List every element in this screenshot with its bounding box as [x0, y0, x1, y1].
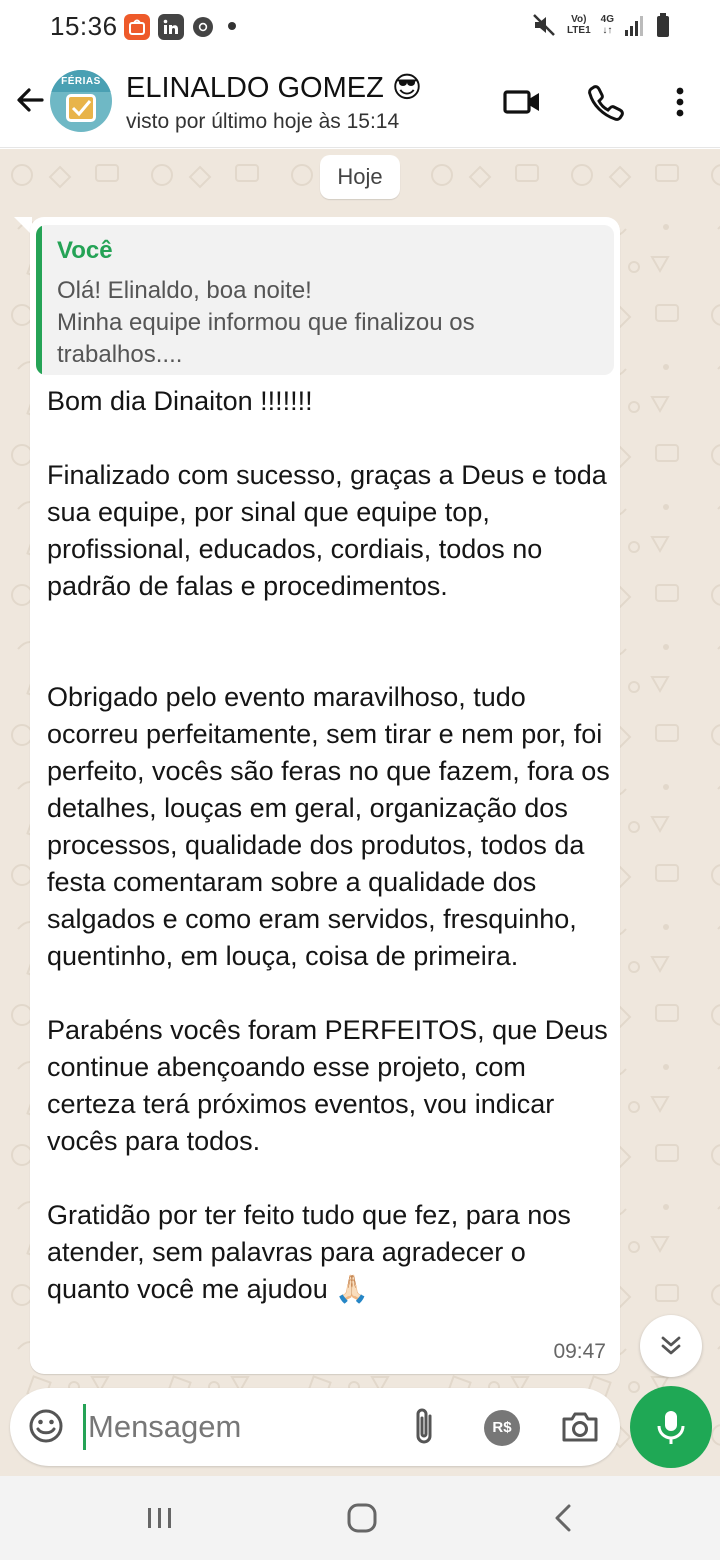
date-divider: Hoje	[320, 155, 400, 199]
chrome-icon	[190, 14, 216, 40]
back-nav-icon[interactable]	[544, 1498, 584, 1538]
camera-icon[interactable]	[560, 1408, 600, 1446]
chat-area[interactable]: Hoje Você Olá! Elinaldo, boa noite! Minh…	[0, 149, 720, 1476]
network-indicator: Vo) LTE1	[567, 14, 591, 36]
signal-type: 4G	[600, 14, 614, 25]
mic-icon	[657, 1411, 685, 1444]
message-input[interactable]	[88, 1401, 388, 1453]
back-arrow-icon[interactable]	[12, 82, 48, 118]
signal-type-indicator: 4G ↓↑	[601, 14, 614, 36]
quote-accent-bar	[36, 225, 42, 375]
message-text: Bom dia Dinaiton !!!!!!! Finalizado com …	[47, 386, 610, 1304]
linkedin-icon	[158, 14, 184, 40]
checkbox-icon	[66, 94, 96, 122]
phone-call-icon[interactable]	[586, 82, 626, 122]
voice-message-button[interactable]	[630, 1386, 712, 1468]
notification-dot-icon	[228, 22, 236, 30]
quote-author: Você	[57, 237, 113, 264]
chat-header: FÉRIAS ELINALDO GOMEZ 😎 visto por último…	[0, 56, 720, 148]
text-caret	[83, 1404, 86, 1450]
shopee-icon	[124, 14, 150, 40]
status-time: 15:36	[50, 11, 118, 41]
quote-text: Olá! Elinaldo, boa noite! Minha equipe i…	[57, 277, 475, 368]
status-bar: 15:36 Vo) LTE1 4G ↓↑	[0, 0, 720, 56]
payment-icon[interactable]: R$	[484, 1410, 520, 1446]
signal-icon	[625, 16, 643, 36]
quoted-message[interactable]: Você Olá! Elinaldo, boa noite! Minha equ…	[36, 225, 614, 375]
mute-icon	[533, 14, 555, 36]
attach-icon[interactable]	[408, 1406, 442, 1448]
network-bottom: LTE1	[566, 25, 591, 36]
system-nav-bar	[0, 1476, 720, 1560]
double-chevron-down-icon	[661, 1336, 681, 1355]
recents-icon[interactable]	[140, 1498, 180, 1538]
message-composer: R$	[10, 1388, 620, 1466]
data-arrows-icon: ↓↑	[602, 25, 613, 36]
last-seen-status: visto por último hoje às 15:14	[126, 110, 400, 133]
contact-name[interactable]: ELINALDO GOMEZ 😎	[126, 70, 422, 105]
message-bubble[interactable]: Você Olá! Elinaldo, boa noite! Minha equ…	[30, 217, 620, 1374]
battery-icon	[657, 13, 669, 37]
emoji-icon[interactable]	[26, 1406, 66, 1446]
network-top: Vo)	[571, 14, 587, 25]
video-call-icon[interactable]	[502, 82, 542, 122]
avatar[interactable]: FÉRIAS	[50, 70, 112, 132]
scroll-to-bottom-button[interactable]	[640, 1315, 702, 1377]
status-right-group: Vo) LTE1 4G ↓↑	[531, 12, 670, 38]
avatar-label: FÉRIAS	[50, 70, 112, 92]
more-vert-icon[interactable]	[660, 82, 700, 122]
message-time: 09:47	[553, 1340, 606, 1363]
home-icon[interactable]	[342, 1498, 382, 1538]
